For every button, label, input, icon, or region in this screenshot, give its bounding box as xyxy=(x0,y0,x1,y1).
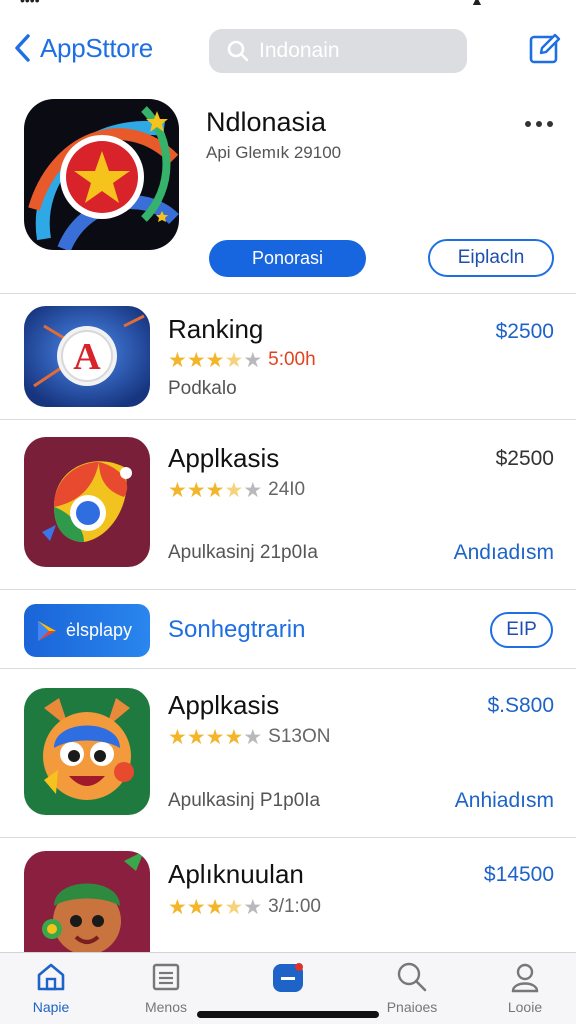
star-half-icon: ★ xyxy=(224,478,244,502)
tab-profile[interactable]: Looie xyxy=(480,961,570,1015)
app-row-applkasis[interactable]: Applkasis ★ ★ ★ ★ ★ 24I0 Apulkasinj 21p0… xyxy=(0,437,576,572)
rating-stars: ★ ★ ★ ★ ★ 5:00h xyxy=(168,349,316,371)
star-icon: ★ xyxy=(243,895,263,919)
tab-menus[interactable]: Menos xyxy=(121,961,211,1015)
star-half-icon: ★ xyxy=(224,348,244,372)
rating-stars: ★ ★ ★ ★ ★ 24I0 xyxy=(168,479,305,501)
app-action-link[interactable]: Andıadısm xyxy=(454,541,554,565)
star-icon: ★ xyxy=(205,348,225,372)
star-icon: ★ xyxy=(186,348,206,372)
search-icon xyxy=(227,40,249,62)
person-icon xyxy=(511,963,539,993)
rating-text: 5:00h xyxy=(268,349,316,370)
nav-bar: AppSttore Indonain xyxy=(0,26,576,76)
star-icon: ★ xyxy=(243,478,263,502)
rating-stars: ★ ★ ★ ★ ★ S13ON xyxy=(168,726,330,748)
star-icon: ★ xyxy=(168,725,187,749)
star-icon: ★ xyxy=(243,725,263,749)
compose-icon[interactable] xyxy=(528,32,562,66)
play-store-icon xyxy=(38,620,56,641)
star-icon: ★ xyxy=(186,725,206,749)
hero-app-subtitle: Api Glemık 29100 xyxy=(206,143,342,162)
app-price[interactable]: $14500 xyxy=(484,863,554,887)
divider xyxy=(0,419,576,420)
search-placeholder: Indonain xyxy=(259,39,340,62)
divider xyxy=(0,589,576,590)
divider xyxy=(0,668,576,669)
back-label: AppSttore xyxy=(40,32,153,63)
star-icon: ★ xyxy=(205,895,225,919)
star-icon: ★ xyxy=(168,895,187,919)
app-price[interactable]: $.S800 xyxy=(487,694,554,718)
primary-action-button[interactable]: Ponorasi xyxy=(209,240,366,277)
star-icon: ★ xyxy=(243,348,263,372)
app-name: Applkasis xyxy=(168,443,280,473)
home-icon xyxy=(37,963,65,991)
app-row-apliknuulan[interactable]: Aplıknuulan ★ ★ ★ ★ ★ 3/1:00 $14500 xyxy=(0,851,576,952)
rating-stars: ★ ★ ★ ★ ★ 3/1:00 xyxy=(168,896,321,918)
star-icon: ★ xyxy=(186,895,206,919)
tab-label: Napie xyxy=(32,999,70,1015)
promo-title[interactable]: Sonhegtrarin xyxy=(168,616,305,644)
app-row-ranking[interactable]: A Ranking ★ ★ ★ ★ ★ 5:00h Podkalo $2500 xyxy=(0,306,576,416)
tab-label: Pnaioes xyxy=(386,999,438,1015)
secondary-action-button[interactable]: Eiplacln xyxy=(428,239,554,277)
signal-icon: ▲ xyxy=(470,0,484,8)
star-icon: ★ xyxy=(205,478,225,502)
app-action-link[interactable]: Anhiadısm xyxy=(455,789,554,813)
app-price[interactable]: $2500 xyxy=(496,320,554,344)
app-icon-ranking: A xyxy=(24,306,150,407)
app-icon-applkasis xyxy=(24,437,150,567)
back-button[interactable]: AppSttore xyxy=(12,32,153,64)
app-name: Aplıknuulan xyxy=(168,859,304,889)
status-carrier: •••• xyxy=(20,0,40,8)
app-row-applkasis-2[interactable]: Applkasis ★ ★ ★ ★ ★ S13ON Apulkasinj P1p… xyxy=(0,688,576,818)
rating-text: 3/1:00 xyxy=(268,896,321,917)
tab-apps[interactable] xyxy=(243,961,333,999)
app-name: Applkasis xyxy=(168,690,280,720)
app-icon-apliknuulan xyxy=(24,851,150,952)
divider xyxy=(0,837,576,838)
search-icon xyxy=(397,962,427,992)
rating-text: 24I0 xyxy=(268,479,306,500)
hero-app-icon[interactable] xyxy=(24,99,179,250)
chevron-left-icon xyxy=(15,34,30,62)
app-subtitle: Apulkasinj P1p0Ia xyxy=(168,790,321,811)
app-icon-applkasis-2 xyxy=(24,688,150,815)
tab-label: Looie xyxy=(507,999,543,1015)
list-icon xyxy=(152,963,180,991)
status-bar: •••• ▲ xyxy=(0,0,576,14)
star-icon: ★ xyxy=(205,725,225,749)
apps-icon xyxy=(273,963,303,992)
promo-button[interactable]: EIP xyxy=(490,612,553,648)
rating-text: S13ON xyxy=(268,726,331,747)
star-icon: ★ xyxy=(168,348,187,372)
app-name: Ranking xyxy=(168,314,264,344)
home-indicator xyxy=(197,1011,379,1018)
tab-home[interactable]: Napie xyxy=(6,961,96,1015)
star-icon: ★ xyxy=(186,478,206,502)
promo-row: ėlsplapy Sonhegtrarin EIP xyxy=(0,600,576,660)
star-icon: ★ xyxy=(168,478,187,502)
hero-app-title: Ndlonasia xyxy=(206,107,327,137)
star-half-icon: ★ xyxy=(224,895,244,919)
tab-label: Menos xyxy=(144,999,188,1015)
promo-badge-label: ėlsplapy xyxy=(66,620,133,640)
app-subtitle: Podkalo xyxy=(168,378,237,399)
app-price[interactable]: $2500 xyxy=(496,447,554,471)
promo-badge[interactable]: ėlsplapy xyxy=(24,604,150,657)
more-icon[interactable] xyxy=(520,110,558,138)
divider xyxy=(0,293,576,294)
tab-search[interactable]: Pnaioes xyxy=(367,961,457,1015)
svg-text:A: A xyxy=(73,336,101,378)
app-subtitle: Apulkasinj 21p0Ia xyxy=(168,542,318,563)
star-icon: ★ xyxy=(224,725,244,749)
search-field[interactable]: Indonain xyxy=(209,29,467,73)
